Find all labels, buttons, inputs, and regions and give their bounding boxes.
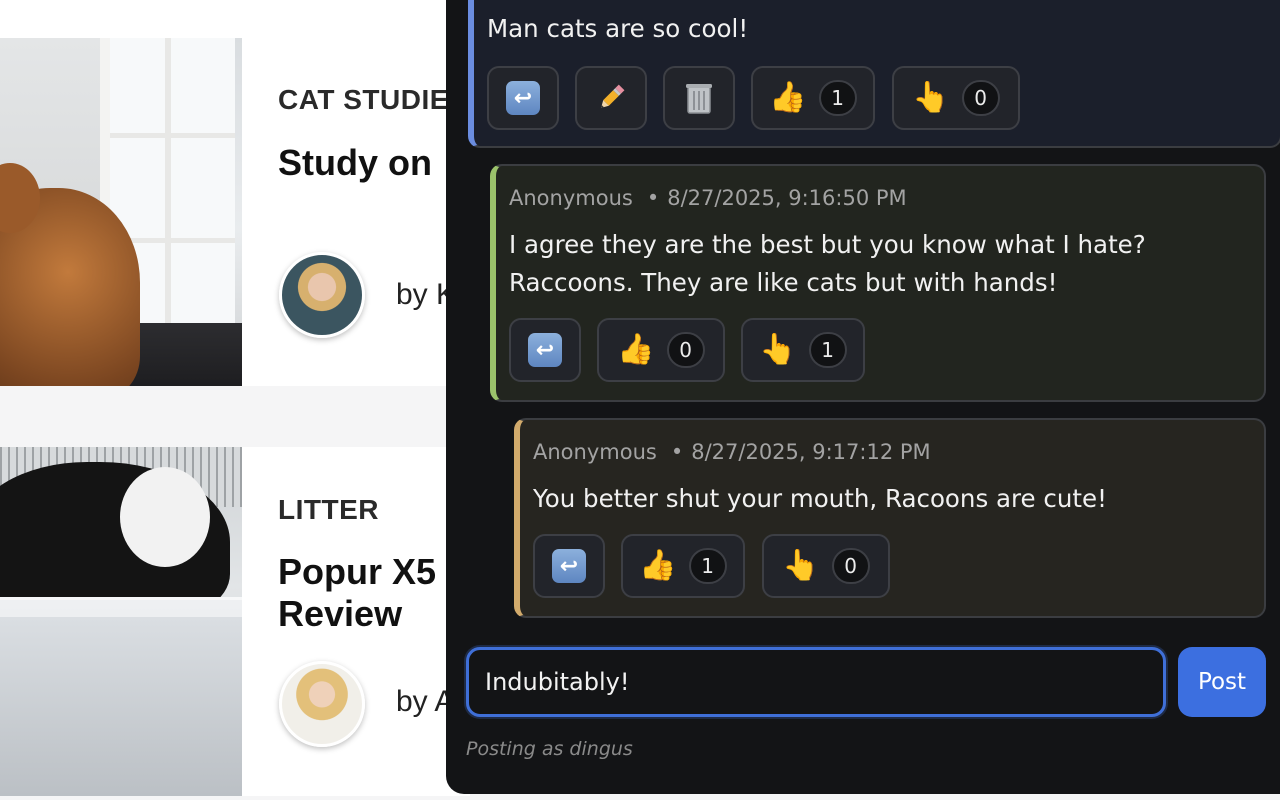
meta-separator: • <box>646 186 660 210</box>
comment-card: Anonymous • 8/27/2025, 9:17:12 PM You bett… <box>514 418 1266 618</box>
comment-text: Man cats are so cool! <box>487 14 749 43</box>
comment-text: You better shut your mouth, Racoons are … <box>533 484 1107 513</box>
comment-card: Man cats are so cool! ↩ 👍 1 👆 0 <box>468 0 1280 148</box>
reply-icon: ↩ <box>552 549 586 583</box>
comment-input[interactable] <box>469 650 1163 714</box>
thumbs-up-icon: 👍 <box>769 80 807 115</box>
thumbs-up-icon: 👍 <box>617 332 655 367</box>
reaction-count: 0 <box>831 548 870 584</box>
comment-author: Anonymous <box>533 440 657 464</box>
reply-button[interactable]: ↩ <box>509 318 581 382</box>
thumbs-up-icon: 👍 <box>639 548 677 583</box>
reaction-count: 1 <box>818 80 857 116</box>
reaction-count: 0 <box>666 332 705 368</box>
comment-author: Anonymous <box>509 186 633 210</box>
delete-button[interactable] <box>663 66 735 130</box>
author-avatar <box>279 661 365 747</box>
thumbs-up-reaction-button[interactable]: 👍 1 <box>621 534 745 598</box>
comment-card: Anonymous • 8/27/2025, 9:16:50 PM I agree … <box>490 164 1266 402</box>
reply-button[interactable]: ↩ <box>533 534 605 598</box>
comment-timestamp: 8/27/2025, 9:16:50 PM <box>667 186 907 210</box>
thumbs-up-reaction-button[interactable]: 👍 0 <box>597 318 725 382</box>
pointing-finger-icon: 👆 <box>782 548 820 583</box>
thumbs-up-reaction-button[interactable]: 👍 1 <box>751 66 875 130</box>
article-title[interactable]: Study on <box>278 142 432 184</box>
reaction-count: 1 <box>808 332 847 368</box>
meta-separator: • <box>670 440 684 464</box>
author-avatar <box>279 252 365 338</box>
comment-meta: Anonymous • 8/27/2025, 9:17:12 PM <box>533 440 931 464</box>
comment-timestamp: 8/27/2025, 9:17:12 PM <box>691 440 931 464</box>
pointing-finger-icon: 👆 <box>912 80 950 115</box>
reaction-count: 1 <box>688 548 727 584</box>
comment-input-wrapper <box>466 647 1166 717</box>
reply-button[interactable]: ↩ <box>487 66 559 130</box>
comment-text: I agree they are the best but you know w… <box>509 230 1146 297</box>
edit-button[interactable] <box>575 66 647 130</box>
article-category[interactable]: CAT STUDIE <box>278 84 449 116</box>
reply-icon: ↩ <box>528 333 562 367</box>
article-thumbnail[interactable] <box>0 38 242 386</box>
pencil-icon <box>601 84 625 108</box>
posting-as-label: Posting as dingus <box>466 738 633 760</box>
article-title[interactable]: Popur X5 Review <box>278 551 436 635</box>
finger-reaction-button[interactable]: 👆 0 <box>892 66 1020 130</box>
finger-reaction-button[interactable]: 👆 0 <box>762 534 890 598</box>
article-card[interactable]: LITTER Popur X5 Review by A <box>0 447 470 796</box>
trash-icon <box>686 84 712 114</box>
article-thumbnail[interactable] <box>0 447 242 796</box>
reaction-count: 0 <box>961 80 1000 116</box>
article-category[interactable]: LITTER <box>278 494 379 526</box>
finger-reaction-button[interactable]: 👆 1 <box>741 318 865 382</box>
reply-icon: ↩ <box>506 81 540 115</box>
comment-meta: Anonymous • 8/27/2025, 9:16:50 PM <box>509 186 907 210</box>
pointing-finger-icon: 👆 <box>759 332 797 367</box>
article-card[interactable]: CAT STUDIE Study on by K <box>0 38 470 386</box>
post-button[interactable]: Post <box>1178 647 1266 717</box>
